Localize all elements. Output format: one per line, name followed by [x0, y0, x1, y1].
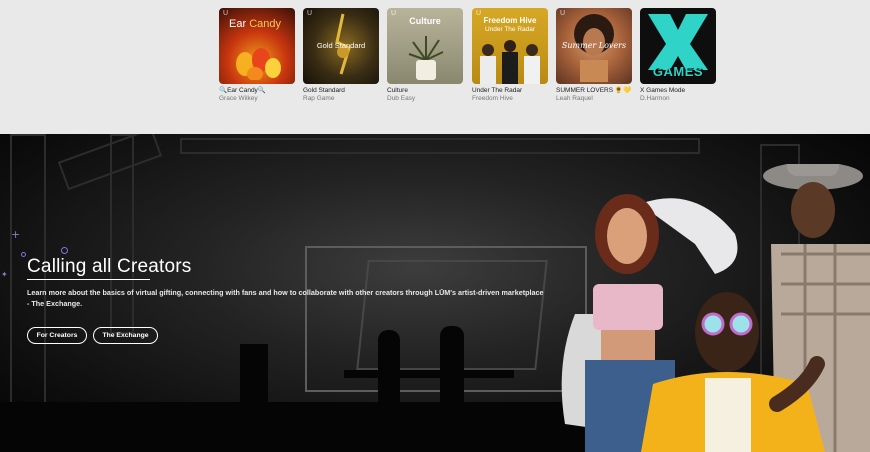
cover-title: Freedom Hive [483, 16, 537, 25]
playlist-cover[interactable]: U Summer Lovers [556, 8, 632, 84]
the-exchange-button[interactable]: The Exchange [93, 327, 158, 344]
playlist-tile-x-games-mode[interactable]: GAMES X Games Mode D.Harmon [640, 8, 716, 103]
playlist-cover[interactable]: U Freedom Hive Under The Radar [472, 8, 548, 84]
cover-subtitle: Under The Radar [484, 26, 536, 33]
stage-truss [180, 138, 700, 154]
hero-description: Learn more about the basics of virtual g… [27, 288, 544, 308]
camera-silhouette [240, 344, 268, 414]
hero-title: Calling all Creators [27, 256, 192, 277]
playlist-tile-culture[interactable]: U Culture Culture Dub Easy [387, 8, 463, 103]
cover-title: Gold Standard [316, 41, 366, 50]
cover-title-part: Ear [229, 18, 250, 30]
playlist-artist[interactable]: Leah Raquel [556, 95, 632, 103]
playlist-tile-under-the-radar[interactable]: U Freedom Hive Under The Radar Under The… [472, 8, 548, 103]
group-photo-art [480, 40, 540, 84]
playlist-name[interactable]: SUMMER LOVERS 🌻💛 [556, 87, 632, 95]
playlist-tile-gold-standard[interactable]: U Gold Standard Gold Standard Rap Game [303, 8, 379, 103]
cover-badge: U [223, 10, 229, 17]
featured-artists-photo [561, 164, 870, 452]
cover-title: GAMES [652, 64, 704, 79]
playlist-cover[interactable]: U Gold Standard [303, 8, 379, 84]
sparkle-icon: ✦ [1, 270, 8, 279]
for-creators-button[interactable]: For Creators [27, 327, 87, 344]
playlist-artist[interactable]: Grace Wilkey [219, 95, 295, 103]
playlist-strip: U Ear Candy 🔍Ear Candy🔍 Grace Wilkey U G… [0, 0, 870, 134]
cover-badge: U [307, 10, 313, 17]
playlist-name[interactable]: 🔍Ear Candy🔍 [219, 87, 295, 95]
playlist-name[interactable]: Culture [387, 87, 463, 95]
circle-decoration-icon [21, 252, 26, 257]
circle-decoration-icon [61, 247, 68, 254]
creators-hero: + ✦ Calling all Creators Learn more abou… [0, 134, 870, 452]
plant-pot-art [408, 36, 444, 80]
playlist-name[interactable]: X Games Mode [640, 87, 716, 95]
playlist-tile-summer-lovers[interactable]: U Summer Lovers SUMMER LOVERS 🌻💛 Leah Ra… [556, 8, 632, 103]
cover-title-part: Candy [249, 18, 281, 30]
keyboard-silhouette [344, 370, 514, 378]
playlist-name[interactable]: Under The Radar [472, 87, 548, 95]
performer-silhouette [378, 330, 400, 406]
cover-title: Culture [409, 16, 441, 26]
playlist-artist[interactable]: D.Harmon [640, 95, 716, 103]
sparkle-icon: + [11, 228, 21, 241]
gummy-bears-art [236, 48, 281, 80]
playlist-artist[interactable]: Freedom Hive [472, 95, 548, 103]
playlist-cover[interactable]: GAMES [640, 8, 716, 84]
playlist-tile-ear-candy[interactable]: U Ear Candy 🔍Ear Candy🔍 Grace Wilkey [219, 8, 295, 103]
title-underline [27, 279, 150, 280]
playlist-cover[interactable]: U Culture [387, 8, 463, 84]
playlist-artist[interactable]: Dub Easy [387, 95, 463, 103]
cover-badge: U [560, 10, 566, 17]
cover-title: Summer Lovers [561, 41, 627, 50]
playlist-artist[interactable]: Rap Game [303, 95, 379, 103]
performer-silhouette [440, 326, 464, 406]
cover-title: Ear Candy [229, 18, 295, 30]
playlist-cover[interactable]: U Ear Candy [219, 8, 295, 84]
playlist-name[interactable]: Gold Standard [303, 87, 379, 95]
